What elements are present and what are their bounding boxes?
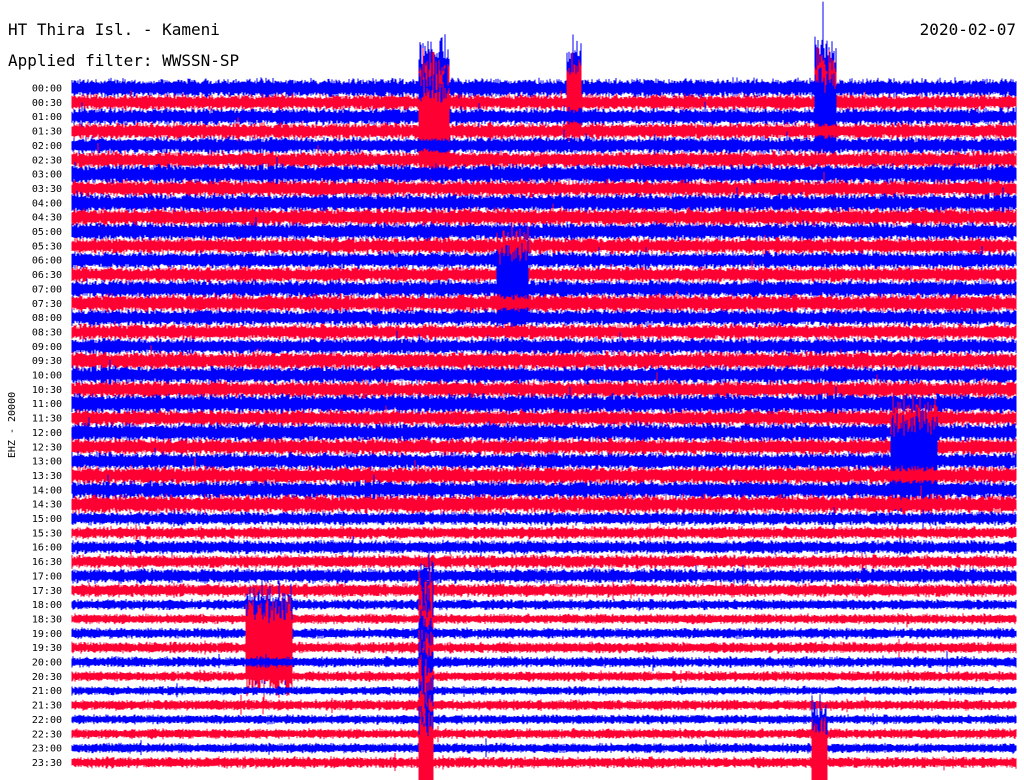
time-tick-label: 21:30 <box>32 701 62 712</box>
time-tick-label: 11:30 <box>32 414 62 425</box>
trace-row-1800 <box>71 552 1017 658</box>
time-tick-label: 09:00 <box>32 342 62 353</box>
time-tick-label: 04:30 <box>32 213 62 224</box>
time-tick-label: 03:00 <box>32 170 62 181</box>
time-tick-label: 15:30 <box>32 528 62 539</box>
trace-row-2200 <box>71 670 1017 771</box>
time-tick-label: 13:00 <box>32 457 62 468</box>
time-tick-label: 18:30 <box>32 614 62 625</box>
time-tick-label: 16:30 <box>32 557 62 568</box>
channel-label: EHZ - 20000 <box>7 392 18 458</box>
time-tick-label: 01:30 <box>32 127 62 138</box>
time-tick-label: 20:30 <box>32 672 62 683</box>
trace-row-1900 <box>71 580 1017 686</box>
time-axis: 00:00 00:30 01:00 01:30 02:00 02:30 03:00 03:30… <box>32 84 62 769</box>
time-tick-label: 18:00 <box>32 600 62 611</box>
trace-row-0800 <box>71 308 1017 327</box>
time-tick-label: 08:00 <box>32 313 62 324</box>
time-tick-label: 10:00 <box>32 371 62 382</box>
time-tick-label: 15:00 <box>32 514 62 525</box>
time-tick-label: 05:30 <box>32 241 62 252</box>
time-tick-label: 02:30 <box>32 155 62 166</box>
trace-row-1930 <box>71 595 1017 702</box>
time-tick-label: 16:00 <box>32 543 62 554</box>
time-tick-label: 07:00 <box>32 284 62 295</box>
time-tick-label: 23:00 <box>32 744 62 755</box>
time-tick-label: 07:30 <box>32 299 62 310</box>
time-tick-label: 09:30 <box>32 356 62 367</box>
time-tick-label: 22:00 <box>32 715 62 726</box>
time-tick-label: 20:00 <box>32 658 62 669</box>
time-tick-label: 02:00 <box>32 141 62 152</box>
time-tick-label: 08:30 <box>32 327 62 338</box>
time-tick-label: 00:30 <box>32 98 62 109</box>
time-tick-label: 13:30 <box>32 471 62 482</box>
time-tick-label: 00:00 <box>32 84 62 95</box>
time-tick-label: 06:30 <box>32 270 62 281</box>
time-tick-label: 03:30 <box>32 184 62 195</box>
time-tick-label: 05:00 <box>32 227 62 238</box>
time-tick-label: 06:00 <box>32 256 62 267</box>
time-tick-label: 22:30 <box>32 729 62 740</box>
time-tick-label: 11:00 <box>32 399 62 410</box>
trace-row-1600 <box>71 536 1017 557</box>
time-tick-label: 04:00 <box>32 198 62 209</box>
time-tick-label: 01:00 <box>32 112 62 123</box>
time-tick-label: 12:00 <box>32 428 62 439</box>
time-tick-label: 12:30 <box>32 442 62 453</box>
trace-row-1530 <box>71 523 1017 544</box>
time-tick-label: 21:00 <box>32 686 62 697</box>
trace-row-2100 <box>71 639 1017 739</box>
time-tick-label: 17:00 <box>32 571 62 582</box>
time-tick-label: 14:00 <box>32 485 62 496</box>
helicorder-plot: 00:00 00:30 01:00 01:30 02:00 02:30 03:00 03:30… <box>7 1 1017 780</box>
time-tick-label: 23:30 <box>32 758 62 769</box>
time-tick-label: 10:30 <box>32 385 62 396</box>
time-tick-label: 19:00 <box>32 629 62 640</box>
time-tick-label: 14:30 <box>32 500 62 511</box>
trace-layer <box>71 1 1017 780</box>
trace-row-2130 <box>71 654 1017 754</box>
time-tick-label: 17:30 <box>32 586 62 597</box>
time-tick-label: 19:30 <box>32 643 62 654</box>
